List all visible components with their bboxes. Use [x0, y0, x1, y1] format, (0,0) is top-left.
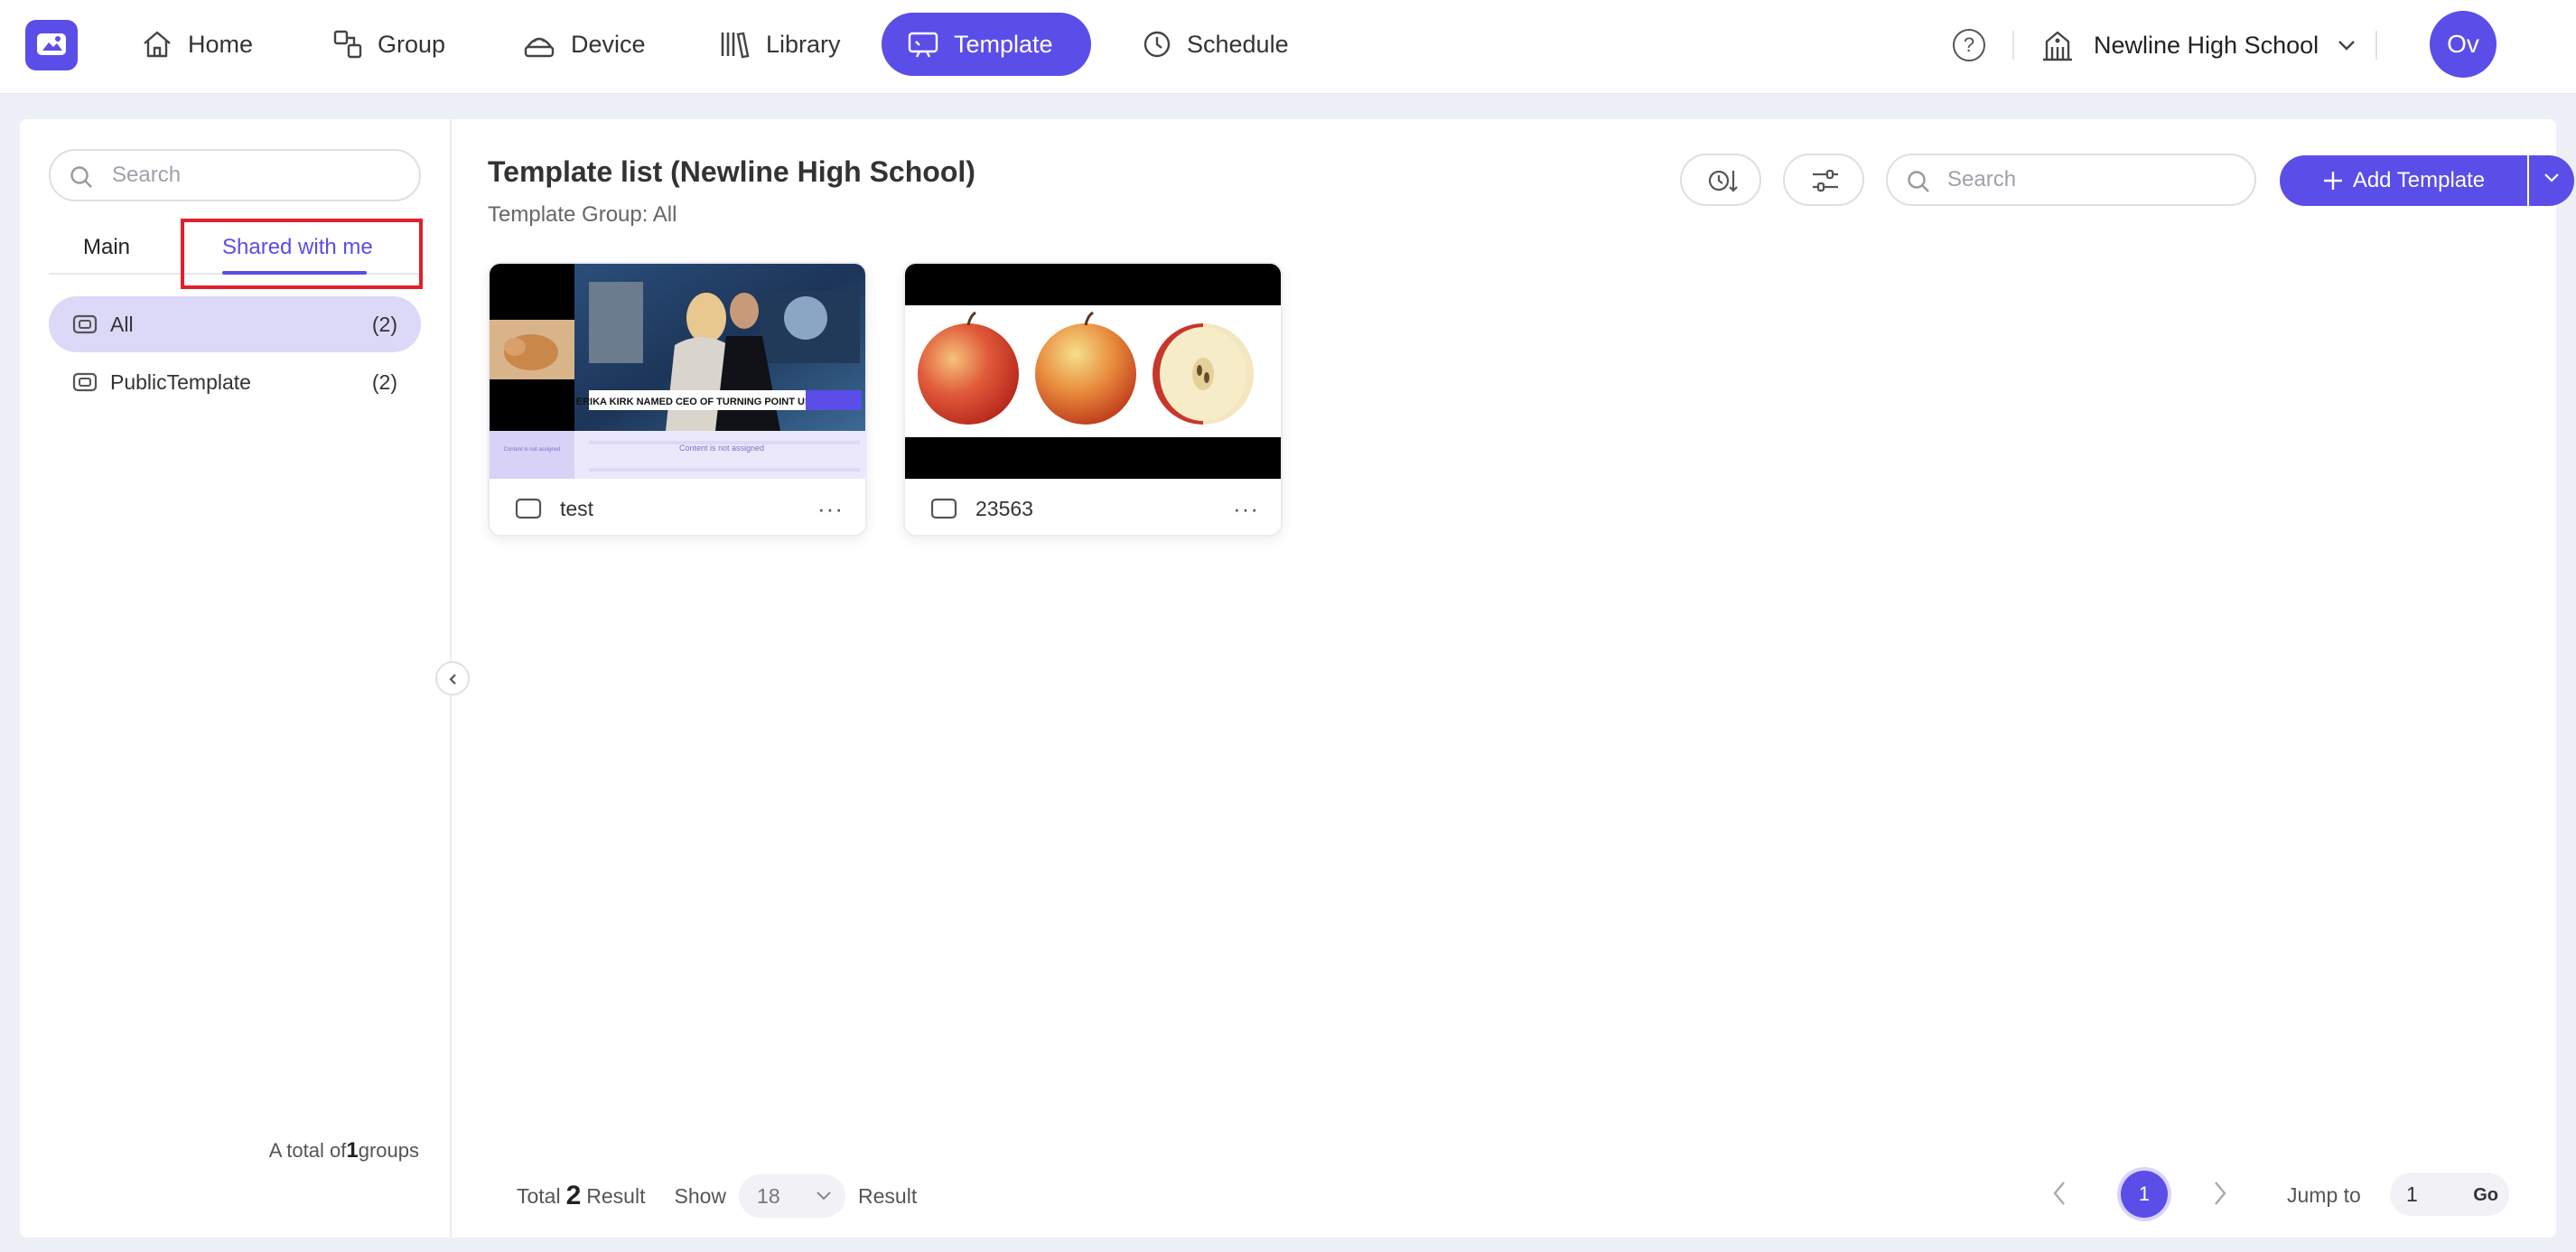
prev-page-button[interactable]	[2050, 1180, 2068, 1211]
group-item-publictemplate[interactable]: PublicTemplate (2)	[49, 354, 421, 410]
nav-group-label: Group	[378, 30, 446, 58]
nav-device[interactable]: Device	[497, 13, 671, 76]
go-button[interactable]: Go	[2473, 1185, 2498, 1206]
template-icon	[908, 32, 938, 58]
search-icon	[1908, 171, 1929, 192]
nav-group[interactable]: Group	[307, 13, 471, 76]
collapse-sidebar-button[interactable]	[435, 661, 470, 696]
search-icon	[70, 166, 92, 188]
template-search-input[interactable]	[1947, 164, 2236, 195]
chevron-left-icon	[2053, 1182, 2065, 1205]
result-label-2: Result	[858, 1183, 918, 1208]
total-groups-prefix: A total of	[268, 1139, 347, 1162]
nav-template-label: Template	[954, 30, 1053, 58]
sidebar: Main Shared with me All (2) PublicTempla…	[20, 119, 452, 1238]
chevron-down-icon	[2338, 41, 2355, 51]
template-thumbnail[interactable]: ERIKA KIRK NAMED CEO OF TURNING POINT US…	[490, 264, 865, 479]
main-panel: Main Shared with me All (2) PublicTempla…	[20, 119, 2574, 1238]
group-icon	[333, 30, 362, 59]
news-banner-text: ERIKA KIRK NAMED CEO OF TURNING POINT US…	[576, 397, 819, 407]
avatar[interactable]: Ov	[2430, 11, 2497, 78]
logo-icon	[37, 33, 66, 55]
next-page-button[interactable]	[2211, 1180, 2229, 1211]
device-icon	[524, 37, 555, 58]
nav-home-label: Home	[188, 30, 254, 58]
jump-to-value[interactable]: 1	[2406, 1182, 2418, 1207]
group-name: All	[110, 312, 134, 336]
placeholder-text-large: Content is not assigned	[679, 444, 764, 453]
total-label: Total	[517, 1183, 561, 1208]
nav-library-label: Library	[766, 30, 841, 58]
app-logo[interactable]	[25, 20, 78, 70]
page-title: Template list (Newline High School)	[488, 155, 975, 188]
building-icon	[2043, 31, 2072, 61]
jump-to-label: Jump to	[2287, 1183, 2361, 1207]
nav-template[interactable]: Template	[882, 13, 1091, 76]
nav-library[interactable]: Library	[694, 13, 866, 76]
show-label: Show	[674, 1183, 727, 1208]
sidebar-search-input[interactable]	[112, 160, 401, 191]
total-groups-count: 1	[346, 1138, 359, 1163]
help-icon[interactable]: ?	[1953, 29, 1985, 61]
template-group-label: Template Group: All	[488, 202, 677, 227]
total-groups: A total of1groups	[269, 1138, 419, 1163]
group-count: (2)	[371, 312, 397, 336]
page-size-value: 18	[757, 1183, 780, 1208]
nav-schedule-label: Schedule	[1187, 30, 1289, 58]
page-1-button[interactable]: 1	[2121, 1171, 2168, 1218]
jump-to-input[interactable]: 1 Go	[2390, 1173, 2509, 1216]
nav-home[interactable]: Home	[116, 13, 278, 76]
clock-icon	[1143, 31, 1171, 58]
filter-button[interactable]	[1783, 154, 1864, 206]
template-preview-image: ERIKA KIRK NAMED CEO OF TURNING POINT US…	[490, 264, 865, 479]
screen-icon	[930, 498, 957, 519]
tab-main[interactable]: Main	[83, 235, 130, 260]
template-search[interactable]	[1886, 154, 2256, 206]
school-selector[interactable]: Newline High School	[2039, 25, 2357, 65]
sidebar-search[interactable]	[49, 149, 421, 201]
divider	[2375, 31, 2377, 60]
template-card-test[interactable]: ERIKA KIRK NAMED CEO OF TURNING POINT US…	[488, 262, 867, 537]
chevron-right-icon	[2215, 1182, 2226, 1205]
total-groups-suffix: groups	[358, 1139, 419, 1162]
template-card-23563[interactable]: 23563 ···	[903, 262, 1283, 537]
divider	[2012, 31, 2014, 60]
group-item-all[interactable]: All (2)	[49, 296, 421, 352]
add-template-label: Add Template	[2352, 168, 2486, 192]
group-count: (2)	[371, 369, 397, 394]
total-count: 2	[565, 1181, 582, 1210]
chevron-down-icon	[817, 1191, 831, 1201]
page-size-select[interactable]: 18	[739, 1174, 846, 1218]
template-thumbnail[interactable]	[905, 264, 1281, 479]
template-card-footer: test ···	[490, 479, 865, 535]
more-options-icon[interactable]: ···	[1233, 495, 1259, 523]
add-template-button[interactable]: Add Template	[2280, 155, 2527, 206]
template-name: 23563	[975, 496, 1033, 520]
school-name: Newline High School	[2094, 31, 2319, 59]
highlight-annotation	[181, 219, 423, 289]
top-nav-bar: Home Group Device Library Template Sched…	[0, 0, 2576, 94]
add-template-dropdown[interactable]	[2529, 155, 2574, 206]
sort-time-icon	[1708, 170, 1738, 192]
nav-schedule[interactable]: Schedule	[1116, 13, 1314, 76]
template-group-icon	[72, 314, 98, 334]
result-label: Result	[586, 1183, 646, 1208]
nav-device-label: Device	[571, 30, 646, 58]
group-name: PublicTemplate	[110, 369, 251, 394]
template-name: test	[560, 496, 594, 520]
sort-button[interactable]	[1680, 154, 1761, 206]
library-icon	[721, 32, 750, 59]
chevron-down-icon	[2544, 173, 2559, 182]
placeholder-text-small: Content is not assigned	[504, 447, 561, 453]
template-preview-image	[905, 264, 1281, 479]
template-group-icon	[72, 372, 98, 392]
template-card-footer: 23563 ···	[905, 479, 1281, 535]
home-icon	[144, 31, 171, 58]
plus-icon	[2323, 172, 2342, 190]
filter-sliders-icon	[1813, 169, 1838, 192]
chevron-left-icon	[449, 674, 456, 685]
screen-icon	[515, 498, 542, 519]
pagination-summary: Total 2 Result Show 18 Result	[517, 1174, 917, 1218]
more-options-icon[interactable]: ···	[817, 495, 844, 523]
